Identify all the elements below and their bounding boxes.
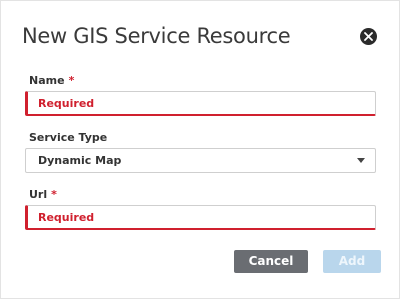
required-marker: *: [68, 74, 75, 87]
url-input[interactable]: [28, 206, 375, 228]
name-label: Name *: [29, 74, 75, 87]
new-gis-service-resource-dialog: New GIS Service Resource Name* Service T…: [0, 0, 400, 299]
name-field-wrapper: [25, 91, 376, 116]
dialog-title: New GIS Service Resource: [22, 24, 291, 48]
url-label: Url *: [29, 188, 57, 201]
required-marker: *: [51, 188, 57, 201]
cancel-button[interactable]: Cancel: [234, 250, 308, 273]
caret-down-icon: [357, 158, 365, 163]
service-type-select[interactable]: Dynamic Map: [25, 148, 376, 173]
close-icon[interactable]: [360, 28, 377, 45]
service-type-selected-value: Dynamic Map: [38, 154, 122, 167]
service-type-label: Service Type: [29, 131, 108, 144]
add-button[interactable]: Add: [323, 250, 381, 273]
url-field-wrapper: [25, 205, 376, 230]
name-input[interactable]: [28, 92, 375, 114]
